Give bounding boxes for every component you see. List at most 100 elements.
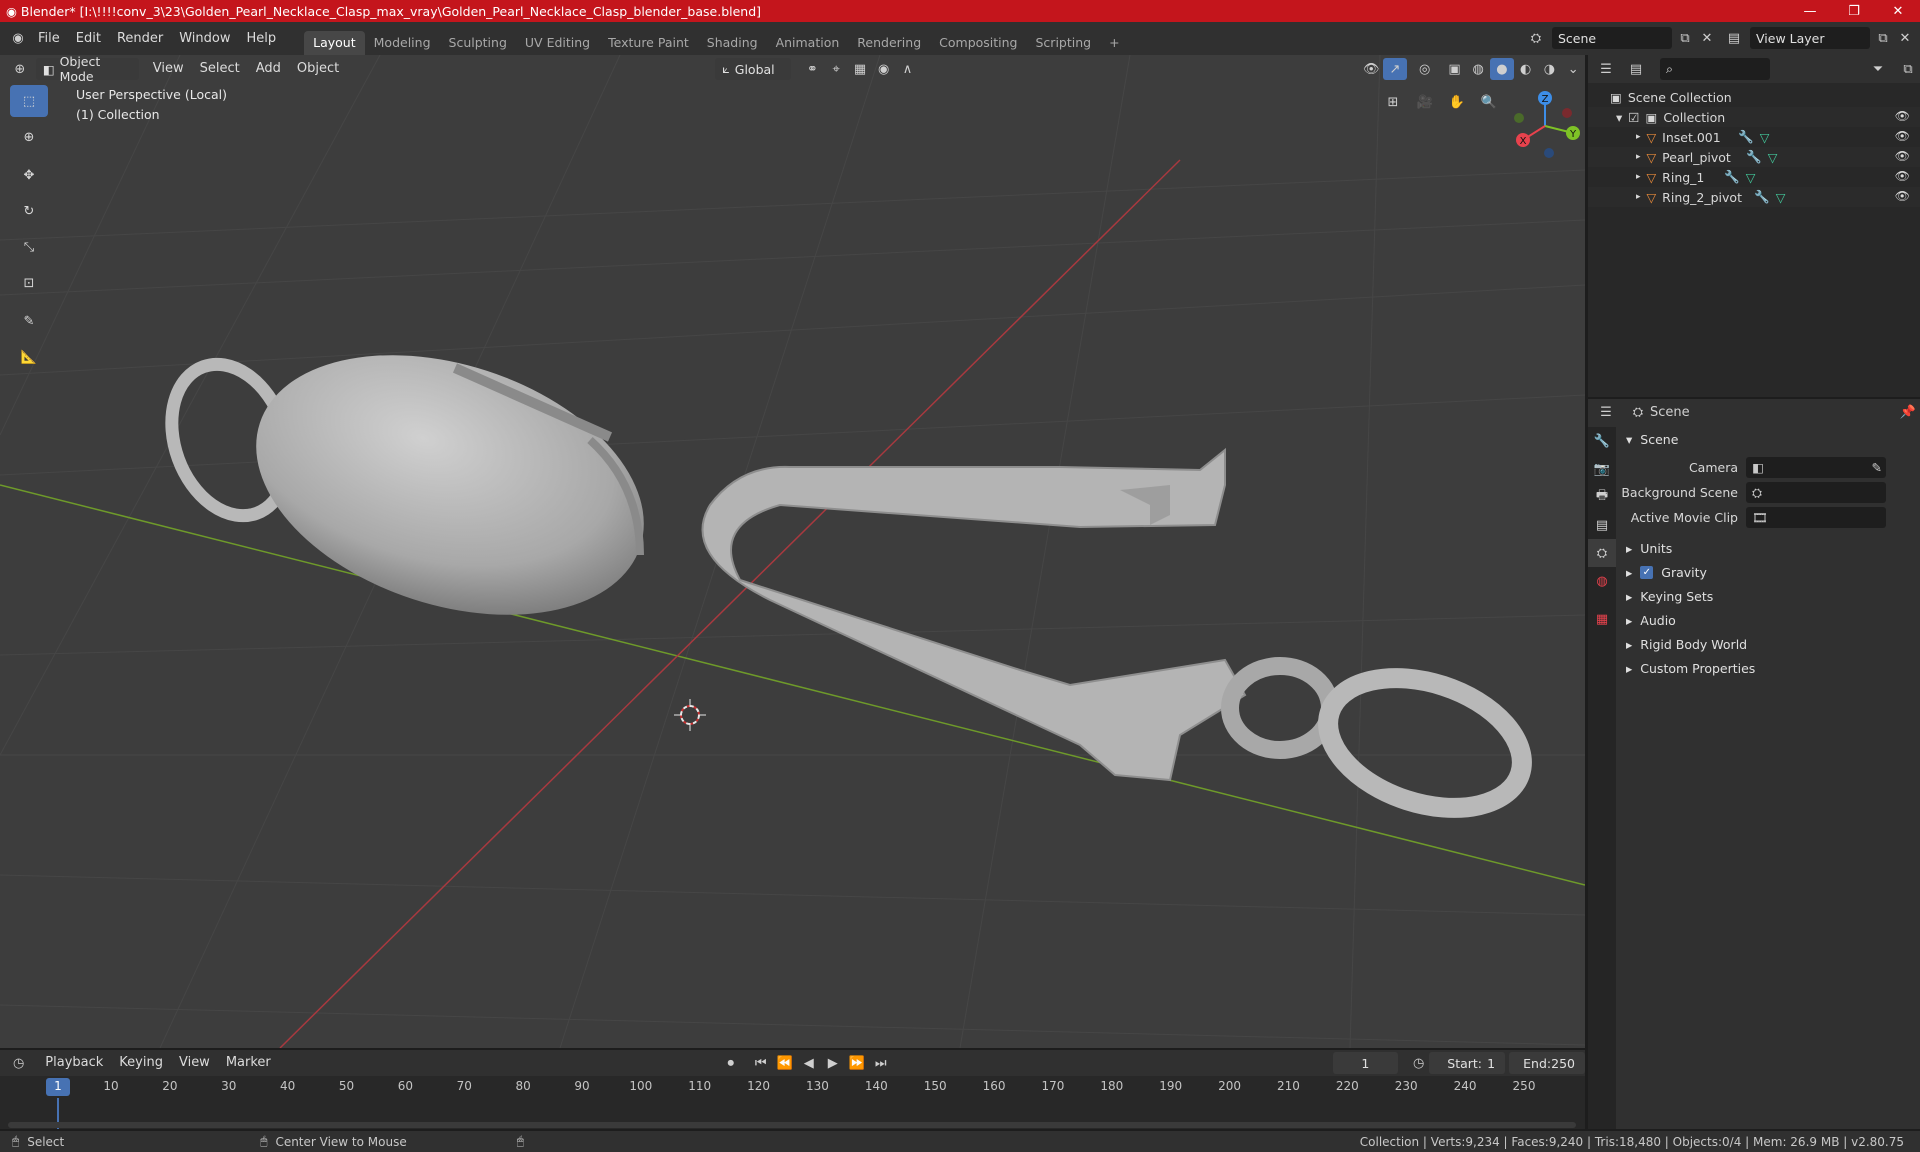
outliner-item-inset[interactable]: ▸ ▽ Inset.001 🔧 ▽ 👁	[1588, 127, 1920, 147]
background-scene-field[interactable]: ⛭	[1746, 482, 1886, 503]
visibility-icon[interactable]: 👁	[1359, 58, 1383, 80]
tab-animation[interactable]: Animation	[767, 31, 849, 55]
outliner-scene-collection[interactable]: ▣ Scene Collection	[1588, 87, 1920, 107]
outliner-item-ring-2-pivot[interactable]: ▸ ▽ Ring_2_pivot 🔧 ▽ 👁	[1588, 187, 1920, 207]
mesh-data-icon[interactable]: ▽	[1746, 170, 1756, 185]
viewport-menu-view[interactable]: View	[145, 57, 192, 81]
tab-uv-editing[interactable]: UV Editing	[516, 31, 599, 55]
panel-audio-header[interactable]: ▸ Audio	[1618, 608, 1920, 632]
properties-editor-icon[interactable]: ☰	[1594, 401, 1618, 423]
measure-tool-icon[interactable]: 📐	[10, 341, 48, 373]
preview-range-icon[interactable]: ◷	[1408, 1052, 1429, 1074]
shading-wireframe-icon[interactable]: ◍	[1466, 58, 1490, 80]
shading-options-icon[interactable]: ⌄	[1561, 58, 1585, 80]
camera-field[interactable]: ◧ ✎	[1746, 457, 1886, 478]
visibility-eye-icon[interactable]: 👁	[1895, 149, 1910, 163]
timeline-menu-playback[interactable]: Playback	[37, 1051, 111, 1075]
tab-layout[interactable]: Layout	[304, 31, 365, 55]
play-reverse-icon[interactable]: ◀	[797, 1052, 821, 1074]
modifier-icon[interactable]: 🔧	[1746, 149, 1762, 165]
tab-modeling[interactable]: Modeling	[365, 31, 440, 55]
outliner-item-pearl-pivot[interactable]: ▸ ▽ Pearl_pivot 🔧 ▽ 👁	[1588, 147, 1920, 167]
display-mode-icon[interactable]: ▤	[1624, 58, 1648, 80]
snap-icon[interactable]: ⌖	[824, 58, 848, 80]
proportional-edit-icon[interactable]: ◉	[872, 58, 896, 80]
gravity-checkbox-icon[interactable]: ✓	[1640, 565, 1654, 579]
tab-compositing[interactable]: Compositing	[930, 31, 1026, 55]
record-icon[interactable]: ⏺	[719, 1052, 743, 1074]
pearl-object[interactable]	[152, 309, 678, 661]
transform-tool-icon[interactable]: ⊡	[10, 267, 48, 299]
outliner-item-ring-1[interactable]: ▸ ▽ Ring_1 🔧 ▽ 👁	[1588, 167, 1920, 187]
menu-render[interactable]: Render	[109, 27, 171, 51]
tab-rendering[interactable]: Rendering	[848, 31, 930, 55]
new-view-layer-icon[interactable]: ⧉	[1874, 27, 1892, 49]
eyedropper-icon[interactable]: ✎	[1872, 460, 1882, 475]
viewport-menu-add[interactable]: Add	[248, 57, 289, 81]
falloff-icon[interactable]: ∧	[896, 58, 920, 80]
shading-solid-icon[interactable]: ●	[1490, 58, 1514, 80]
snap-target-icon[interactable]: ▦	[848, 58, 872, 80]
view-layer-field[interactable]: View Layer	[1750, 27, 1870, 49]
object-mode-dropdown[interactable]: ◧ Object Mode	[35, 55, 139, 84]
outliner-search-input[interactable]: ⌕	[1660, 58, 1770, 80]
annotate-tool-icon[interactable]: ✎	[10, 305, 48, 337]
jump-start-icon[interactable]: ⏮	[749, 1052, 773, 1074]
menu-window[interactable]: Window	[171, 27, 238, 51]
output-tab-icon[interactable]: 🖶	[1588, 483, 1616, 511]
menu-edit[interactable]: Edit	[68, 27, 109, 51]
tab-shading[interactable]: Shading	[698, 31, 767, 55]
editor-type-icon[interactable]: ⊕	[8, 58, 32, 80]
panel-scene-header[interactable]: ▾ Scene	[1618, 427, 1920, 451]
new-scene-icon[interactable]: ⧉	[1676, 27, 1694, 49]
scene-tab-icon[interactable]: ⛭	[1588, 539, 1616, 567]
expand-arrow-icon[interactable]: ▾	[1616, 110, 1622, 125]
shading-material-icon[interactable]: ◐	[1514, 58, 1538, 80]
viewport-menu-select[interactable]: Select	[192, 57, 248, 81]
outliner-collection[interactable]: ▾ ☑ ▣ Collection 👁	[1588, 107, 1920, 127]
expand-arrow-icon[interactable]: ▸	[1636, 192, 1641, 202]
delete-view-layer-icon[interactable]: ✕	[1896, 27, 1914, 49]
tab-texture-paint[interactable]: Texture Paint	[599, 31, 698, 55]
tab-sculpting[interactable]: Sculpting	[440, 31, 516, 55]
rotate-tool-icon[interactable]: ↻	[10, 195, 48, 227]
checkbox-icon[interactable]: ☑	[1628, 110, 1639, 125]
viewport-menu-object[interactable]: Object	[289, 57, 347, 81]
visibility-eye-icon[interactable]: 👁	[1895, 169, 1910, 183]
delete-scene-icon[interactable]: ✕	[1698, 27, 1716, 49]
mesh-data-icon[interactable]: ▽	[1768, 150, 1778, 165]
next-keyframe-icon[interactable]: ⏩	[845, 1052, 869, 1074]
texture-tab-icon[interactable]: ▦	[1588, 605, 1616, 633]
modifier-icon[interactable]: 🔧	[1724, 169, 1740, 185]
overlay-toggle-icon[interactable]: ◎	[1413, 58, 1437, 80]
ring-object[interactable]	[1221, 655, 1539, 831]
menu-help[interactable]: Help	[239, 27, 285, 51]
maximize-button[interactable]: ❐	[1832, 0, 1876, 22]
start-frame-field[interactable]: Start: 1	[1429, 1052, 1506, 1074]
gizmo-toggle-icon[interactable]: ↗	[1383, 58, 1407, 80]
timeline-menu-marker[interactable]: Marker	[218, 1051, 279, 1075]
timeline-editor-icon[interactable]: ◷	[8, 1052, 29, 1074]
view-layer-tab-icon[interactable]: ▤	[1588, 511, 1616, 539]
3d-cursor-icon[interactable]	[674, 699, 706, 731]
filter-icon[interactable]: ⏷	[1866, 58, 1890, 80]
expand-arrow-icon[interactable]: ▸	[1636, 152, 1641, 162]
minimize-button[interactable]: —	[1788, 0, 1832, 22]
ortho-toggle-icon[interactable]: ⊞	[1380, 89, 1406, 115]
close-button[interactable]: ✕	[1876, 0, 1920, 22]
prev-keyframe-icon[interactable]: ⏪	[773, 1052, 797, 1074]
camera-view-icon[interactable]: 🎥	[1412, 89, 1438, 115]
scene-field[interactable]: Scene	[1552, 27, 1672, 49]
cursor-tool-icon[interactable]: ⊕	[10, 121, 48, 153]
timeline-menu-view[interactable]: View	[171, 1051, 218, 1075]
panel-gravity-header[interactable]: ▸ ✓ Gravity	[1618, 560, 1920, 584]
shading-rendered-icon[interactable]: ◑	[1538, 58, 1562, 80]
panel-keying-sets-header[interactable]: ▸ Keying Sets	[1618, 584, 1920, 608]
scale-tool-icon[interactable]: ⤡	[10, 231, 48, 263]
play-icon[interactable]: ▶	[821, 1052, 845, 1074]
expand-arrow-icon[interactable]: ▸	[1636, 132, 1641, 142]
jump-end-icon[interactable]: ⏭	[869, 1052, 893, 1074]
3d-viewport[interactable]: ⊕ ◧ Object Mode View Select Add Object ⟀…	[0, 55, 1585, 1048]
panel-custom-properties-header[interactable]: ▸ Custom Properties	[1618, 656, 1920, 680]
pin-icon[interactable]: 📌	[1896, 401, 1920, 423]
